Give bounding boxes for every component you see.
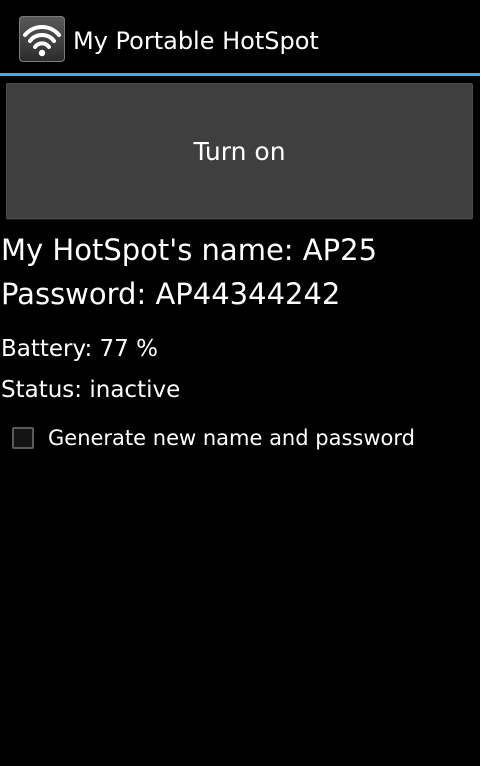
generate-credentials-label: Generate new name and password [48, 426, 415, 450]
hotspot-name-label: My HotSpot's name: [1, 233, 294, 267]
hotspot-name-value: AP25 [302, 233, 378, 267]
app-title: My Portable HotSpot [73, 27, 319, 55]
action-bar: My Portable HotSpot [0, 6, 480, 73]
status-line: Status: inactive [1, 375, 180, 405]
battery-value: 77 % [99, 336, 158, 362]
turn-on-button[interactable]: Turn on [6, 83, 473, 219]
password-label: Password: [1, 277, 147, 311]
battery-line: Battery: 77 % [1, 334, 158, 364]
hotspot-name-line: My HotSpot's name: AP25 [1, 232, 377, 268]
status-label: Status: [1, 377, 83, 403]
action-bar-divider [0, 73, 480, 76]
battery-label: Battery: [1, 336, 93, 362]
generate-credentials-option[interactable]: Generate new name and password [12, 422, 415, 454]
wifi-icon [19, 16, 65, 62]
generate-credentials-checkbox[interactable] [12, 427, 34, 449]
password-value: AP44344242 [155, 277, 341, 311]
password-line: Password: AP44344242 [1, 276, 340, 312]
status-value: inactive [89, 377, 181, 403]
